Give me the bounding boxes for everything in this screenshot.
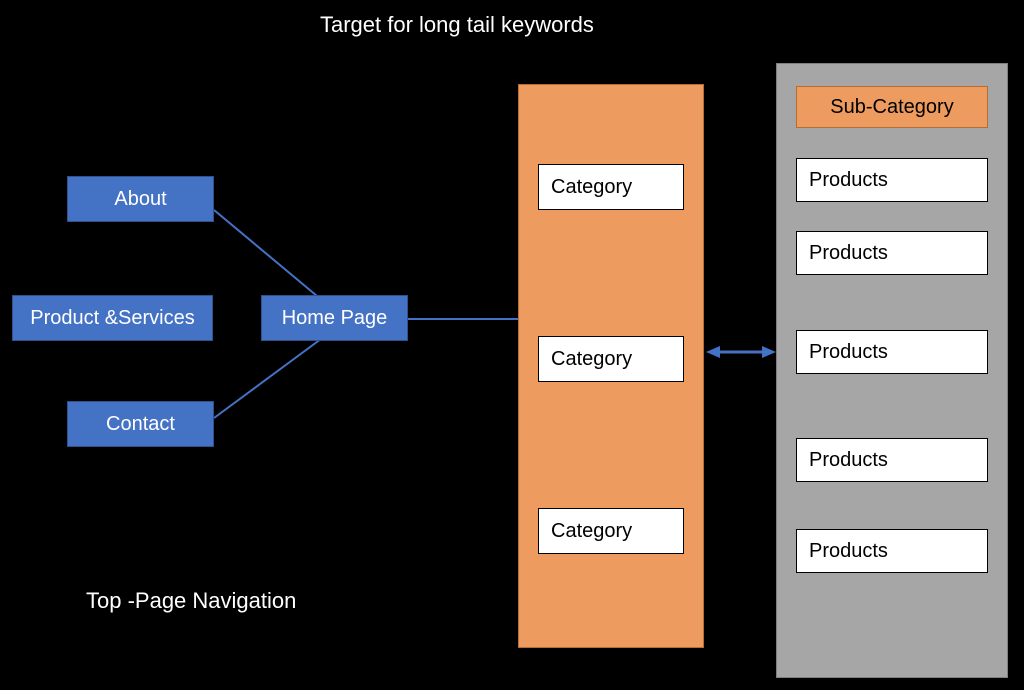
nav-contact-box: Contact [67, 401, 214, 447]
category-box: Category [538, 164, 684, 210]
nav-about-label: About [114, 188, 166, 211]
category-label: Category [551, 176, 632, 199]
diagram-title: Target for long tail keywords [320, 12, 594, 38]
product-box: Products [796, 438, 988, 482]
nav-products-services-label: Product &Services [30, 307, 195, 330]
subcategory-header-box: Sub-Category [796, 86, 988, 128]
product-box: Products [796, 529, 988, 573]
category-label: Category [551, 520, 632, 543]
product-box: Products [796, 330, 988, 374]
product-label: Products [809, 242, 888, 265]
nav-about-box: About [67, 176, 214, 222]
diagram-stage: Target for long tail keywords About Prod… [0, 0, 1024, 690]
product-label: Products [809, 449, 888, 472]
nav-home-label: Home Page [282, 307, 388, 330]
product-label: Products [809, 540, 888, 563]
nav-contact-label: Contact [106, 413, 175, 436]
subcategory-header-label: Sub-Category [830, 96, 953, 119]
category-label: Category [551, 348, 632, 371]
product-box: Products [796, 158, 988, 202]
product-label: Products [809, 169, 888, 192]
category-box: Category [538, 508, 684, 554]
category-box: Category [538, 336, 684, 382]
product-label: Products [809, 341, 888, 364]
nav-products-services-box: Product &Services [12, 295, 213, 341]
nav-home-box: Home Page [261, 295, 408, 341]
product-box: Products [796, 231, 988, 275]
nav-caption: Top -Page Navigation [86, 588, 296, 614]
